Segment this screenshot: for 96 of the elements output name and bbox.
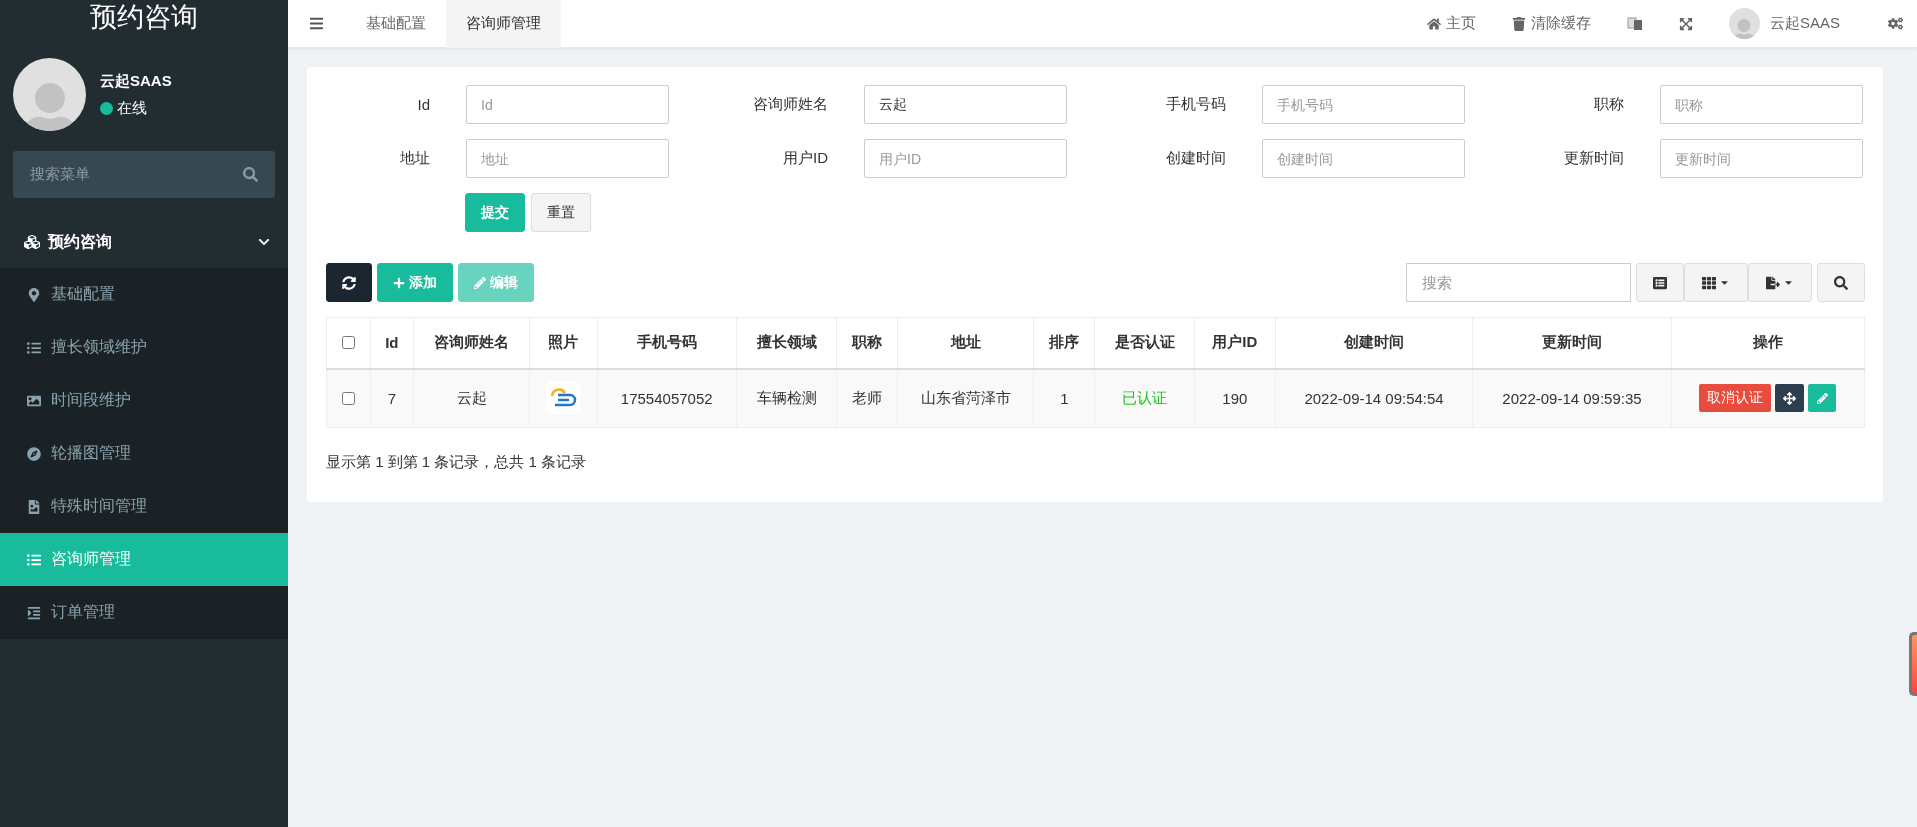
input-field[interactable]: 创建时间 bbox=[1262, 139, 1465, 178]
table-cell: 山东省菏泽市 bbox=[897, 368, 1034, 428]
column-header: 地址 bbox=[897, 317, 1034, 369]
column-header: 排序 bbox=[1033, 317, 1095, 369]
cubes-icon bbox=[24, 234, 40, 250]
input-field[interactable]: 用户ID bbox=[864, 139, 1067, 178]
indent-icon bbox=[27, 605, 41, 620]
user-name[interactable]: 云起SAAS bbox=[1769, 14, 1840, 33]
logo-thumbnail bbox=[546, 381, 581, 416]
column-header: 用户ID bbox=[1194, 317, 1276, 369]
export-button[interactable] bbox=[1748, 263, 1812, 302]
list-icon bbox=[1653, 275, 1667, 290]
top-link[interactable]: 主页 bbox=[1408, 14, 1494, 33]
plus-icon bbox=[393, 276, 405, 289]
column-header: 职称 bbox=[836, 317, 898, 369]
column-header: 擅长领域 bbox=[736, 317, 837, 369]
avatar bbox=[1728, 8, 1760, 39]
field-label: Id bbox=[416, 96, 430, 113]
table-cell: 1 bbox=[1033, 368, 1095, 428]
menu-item[interactable]: 擅长领域维护 bbox=[0, 321, 288, 374]
row-checkbox[interactable] bbox=[342, 391, 356, 405]
compass-icon bbox=[27, 446, 41, 461]
input-field[interactable]: 云起 bbox=[864, 85, 1067, 124]
map-pin-icon bbox=[27, 287, 41, 302]
field-label: 更新时间 bbox=[1563, 149, 1624, 168]
input-field[interactable]: 手机号码 bbox=[1262, 85, 1465, 124]
table-cell: 车辆检测 bbox=[736, 368, 837, 428]
column-header: 手机号码 bbox=[597, 317, 737, 369]
move-icon bbox=[1783, 391, 1797, 405]
menu-group[interactable]: 预约咨询 bbox=[0, 216, 288, 268]
column-header: 照片 bbox=[529, 317, 598, 369]
menu-item[interactable]: 时间段维护 bbox=[0, 374, 288, 427]
field-label: 地址 bbox=[399, 149, 430, 168]
top-link[interactable]: 清除缓存 bbox=[1493, 14, 1609, 33]
table-cell: 2022-09-14 09:59:35 bbox=[1472, 368, 1672, 428]
field-label: 用户ID bbox=[782, 149, 828, 168]
input-field[interactable]: 地址 bbox=[466, 139, 669, 178]
reset-button[interactable]: 重置 bbox=[531, 193, 591, 232]
page-tab[interactable]: 咨询师管理 bbox=[446, 0, 561, 48]
page-tab[interactable]: 基础配置 bbox=[346, 0, 446, 48]
search-icon bbox=[1834, 275, 1848, 290]
table-cell: 云起 bbox=[413, 368, 530, 428]
home-icon bbox=[1426, 16, 1441, 31]
chevron-down-icon bbox=[258, 236, 270, 248]
columns-button[interactable] bbox=[1684, 263, 1748, 302]
search-button[interactable] bbox=[1817, 263, 1865, 302]
refresh-icon bbox=[342, 275, 356, 290]
export-icon bbox=[1766, 275, 1780, 290]
column-header: 是否认证 bbox=[1094, 317, 1195, 369]
table-cell: 7 bbox=[370, 368, 414, 428]
pagination-info: 显示第 1 到第 1 条记录，总共 1 条记录 bbox=[326, 453, 588, 472]
table-cell: 190 bbox=[1194, 368, 1276, 428]
column-header: 更新时间 bbox=[1472, 317, 1672, 369]
app-title: 预约咨询 bbox=[89, 1, 199, 34]
image-icon bbox=[27, 393, 41, 408]
grid-icon bbox=[1702, 275, 1716, 290]
menu-search-field[interactable]: 搜索菜单 bbox=[13, 151, 275, 198]
field-label: 创建时间 bbox=[1165, 149, 1226, 168]
field-label: 咨询师姓名 bbox=[752, 95, 828, 114]
column-header: 操作 bbox=[1671, 317, 1865, 369]
column-header: 创建时间 bbox=[1275, 317, 1473, 369]
menu-item[interactable]: 基础配置 bbox=[0, 268, 288, 321]
field-label: 手机号码 bbox=[1165, 95, 1226, 114]
toggle-view-button[interactable] bbox=[1636, 263, 1684, 302]
menu-item[interactable]: 轮播图管理 bbox=[0, 427, 288, 480]
table-cell: 17554057052 bbox=[597, 368, 737, 428]
trash-icon bbox=[1511, 16, 1526, 31]
table-cell: 2022-09-14 09:54:54 bbox=[1275, 368, 1473, 428]
drag-button[interactable] bbox=[1775, 384, 1805, 413]
menu-item[interactable]: 特殊时间管理 bbox=[0, 480, 288, 533]
refresh-button[interactable] bbox=[326, 263, 372, 302]
menu-item[interactable]: 订单管理 bbox=[0, 586, 288, 639]
status-text: 在线 bbox=[117, 98, 147, 118]
translate-icon[interactable] bbox=[1626, 15, 1643, 32]
field-label: 职称 bbox=[1593, 95, 1624, 114]
table-cell: 老师 bbox=[836, 368, 898, 428]
settings-icon[interactable] bbox=[1888, 16, 1903, 31]
list-icon bbox=[27, 340, 41, 355]
pencil-icon bbox=[474, 276, 486, 289]
search-field[interactable]: 搜索 bbox=[1406, 263, 1631, 302]
input-field[interactable]: 更新时间 bbox=[1660, 139, 1863, 178]
input-field[interactable]: Id bbox=[466, 85, 669, 124]
select-all-checkbox[interactable] bbox=[342, 336, 356, 350]
search-icon bbox=[243, 167, 258, 182]
file-image-icon bbox=[27, 499, 41, 514]
side-handle bbox=[1909, 632, 1917, 696]
menu-icon[interactable] bbox=[309, 16, 324, 31]
list-icon bbox=[27, 552, 41, 567]
pencil-icon bbox=[1816, 392, 1828, 404]
fullscreen-icon[interactable] bbox=[1678, 16, 1693, 31]
column-header: 咨询师姓名 bbox=[413, 317, 530, 369]
column-header: Id bbox=[370, 317, 414, 369]
status-cell: 已认证 bbox=[1094, 368, 1195, 428]
input-field[interactable]: 职称 bbox=[1660, 85, 1863, 124]
cancel-verify-button[interactable]: 取消认证 bbox=[1699, 384, 1772, 413]
user-name: 云起SAAS bbox=[100, 71, 172, 91]
